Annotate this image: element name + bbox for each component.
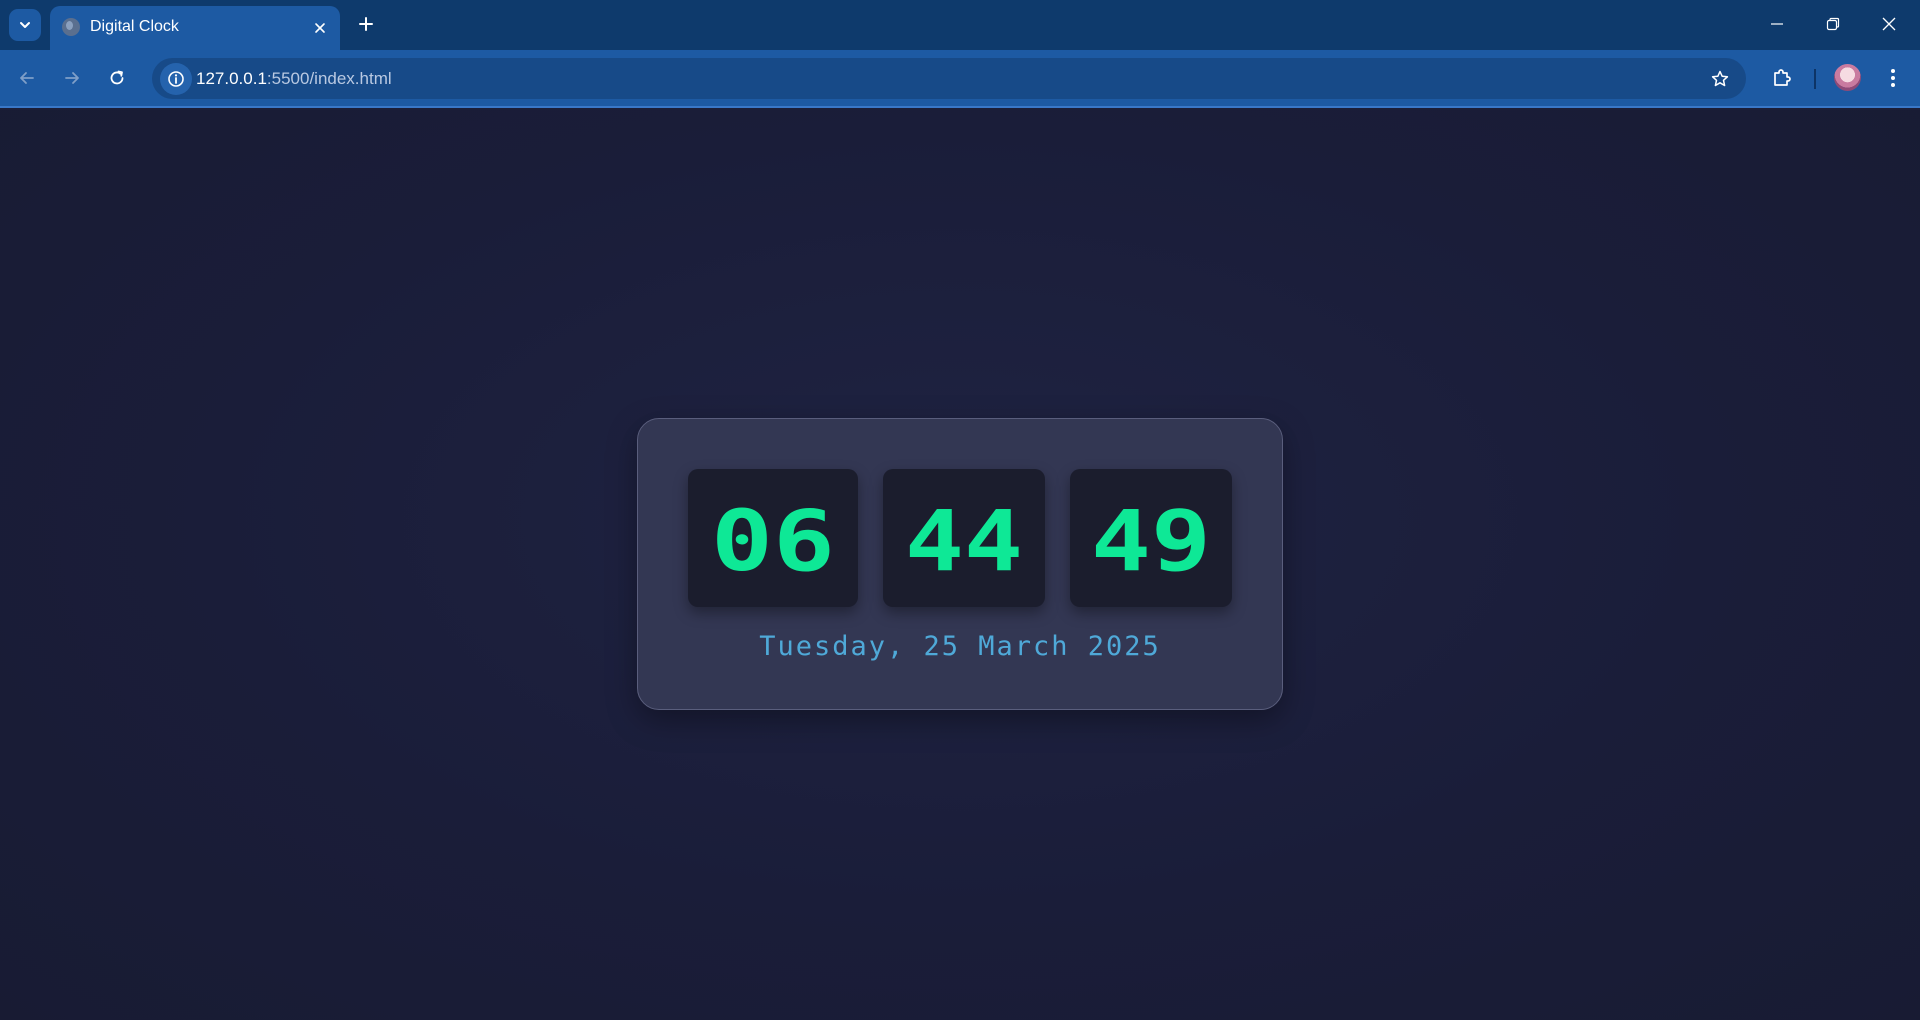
hours-display: 06 — [711, 492, 835, 590]
star-icon — [1711, 70, 1729, 87]
minutes-box: 44 — [883, 469, 1045, 607]
minimize-icon — [1771, 23, 1783, 25]
minutes-value: 44 — [905, 492, 1023, 590]
tab-search-button[interactable] — [9, 9, 41, 41]
forward-button[interactable] — [55, 61, 89, 95]
seconds-display: 49 — [1091, 492, 1211, 590]
back-button[interactable] — [10, 61, 44, 95]
hours-value: 06 — [711, 492, 835, 590]
close-icon — [315, 23, 325, 33]
kebab-menu-icon — [1891, 69, 1895, 87]
seconds-value: 49 — [1091, 492, 1211, 590]
restore-icon — [1826, 17, 1840, 31]
url-text: 127.0.0.1:5500/index.html — [196, 69, 392, 89]
date-text: Tuesday, 25 March 2025 — [759, 631, 1161, 662]
hours-box: 06 — [688, 469, 858, 607]
browser-menu-button[interactable] — [1880, 62, 1906, 94]
browser-toolbar: 127.0.0.1:5500/index.html — [0, 50, 1920, 108]
minimize-button[interactable] — [1754, 6, 1800, 42]
profile-avatar[interactable] — [1834, 64, 1861, 91]
close-icon — [1882, 17, 1896, 31]
seconds-box: 49 — [1070, 469, 1232, 607]
reload-icon — [110, 70, 124, 85]
new-tab-button[interactable] — [352, 10, 380, 38]
url-path: :5500/index.html — [266, 69, 392, 88]
minutes-display: 44 — [905, 492, 1023, 590]
tab-strip: Digital Clock — [0, 0, 1920, 50]
address-bar[interactable]: 127.0.0.1:5500/index.html — [152, 58, 1746, 99]
page-viewport: 06 44 49 Tuesday, 25 March 2025 — [0, 110, 1920, 1020]
globe-icon — [62, 18, 80, 36]
restore-button[interactable] — [1810, 6, 1856, 42]
site-info-button[interactable] — [160, 63, 192, 95]
active-tab[interactable]: Digital Clock — [50, 6, 340, 50]
toolbar-divider — [1814, 69, 1816, 89]
info-icon — [168, 71, 184, 87]
arrow-left-icon — [20, 72, 34, 84]
extensions-button[interactable] — [1766, 62, 1798, 94]
reload-button[interactable] — [100, 61, 134, 95]
chevron-down-icon — [20, 22, 30, 28]
tab-close-button[interactable] — [308, 16, 332, 40]
clock-card: 06 44 49 Tuesday, 25 March 2025 — [637, 418, 1283, 710]
url-host: 127.0.0.1 — [196, 69, 267, 88]
puzzle-icon — [1774, 69, 1791, 86]
plus-icon — [359, 17, 373, 31]
tab-title: Digital Clock — [90, 18, 179, 35]
arrow-right-icon — [65, 72, 79, 84]
close-window-button[interactable] — [1866, 6, 1912, 42]
bookmark-button[interactable] — [1708, 67, 1732, 91]
